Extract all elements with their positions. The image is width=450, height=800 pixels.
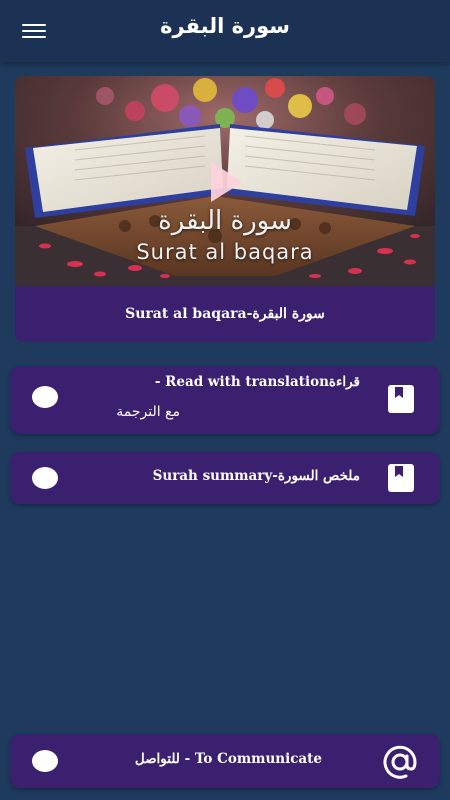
app-bar: سورة البقرة (0, 0, 450, 62)
radio-dot-icon (32, 750, 58, 772)
video-caption: Surat al baqara-سورة البقرة (125, 306, 325, 322)
item-label: Surah summary-ملخص السورة (152, 468, 360, 484)
thumbnail-title-arabic: سورة البقرة (158, 206, 292, 236)
at-sign-icon (383, 745, 417, 779)
video-card[interactable]: سورة البقرة Surat al baqara Surat al baq… (15, 76, 435, 342)
page-title: سورة البقرة (160, 14, 290, 38)
contact-item[interactable]: للتواصل - To Communicate (10, 734, 440, 788)
surah-summary-item[interactable]: Surah summary-ملخص السورة (10, 452, 440, 504)
read-with-translation-item[interactable]: - Read with translationقراءة مع الترجمة (10, 366, 440, 434)
radio-dot-icon (32, 386, 58, 408)
contact-label: للتواصل - To Communicate (134, 751, 322, 767)
item-label-line2: مع الترجمة (116, 404, 180, 420)
item-label-line1: - Read with translationقراءة (154, 374, 360, 390)
bookmark-book-icon (388, 385, 414, 413)
bookmark-book-icon (388, 464, 414, 492)
play-icon[interactable] (211, 162, 243, 202)
thumbnail-title-english: Surat al baqara (136, 240, 314, 264)
radio-dot-icon (32, 467, 58, 489)
